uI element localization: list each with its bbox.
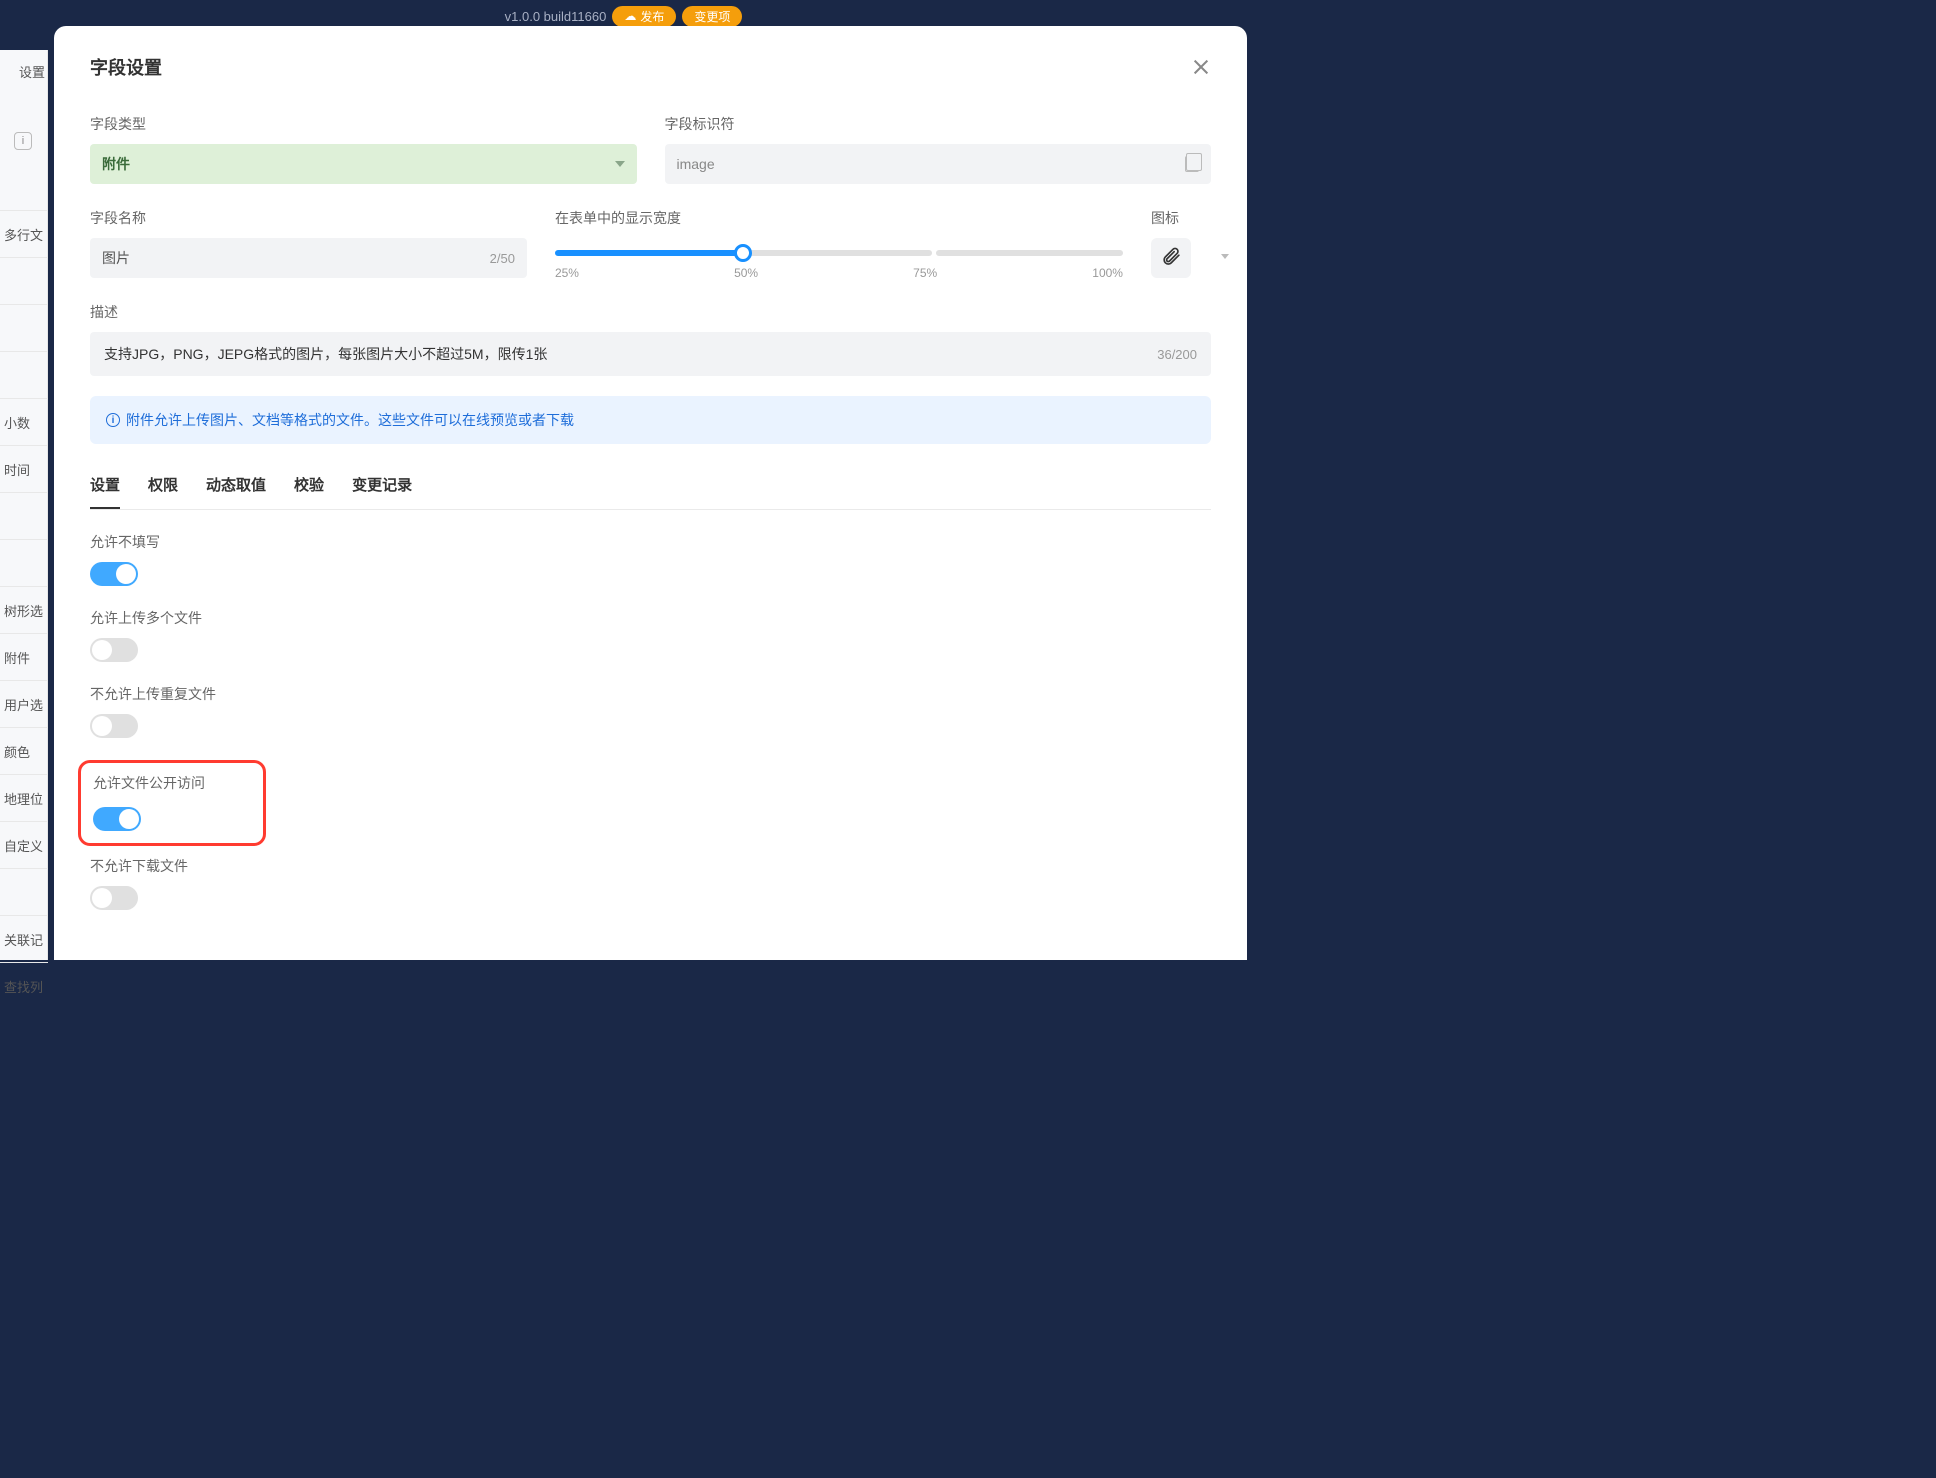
field-name-input[interactable]: 图片 2/50	[90, 238, 527, 278]
field-type-label: 字段类型	[90, 114, 637, 134]
field-id-input[interactable]: image	[665, 144, 1212, 184]
tab-history[interactable]: 变更记录	[352, 474, 412, 509]
tab-settings[interactable]: 设置	[90, 474, 120, 509]
slider-track-bg	[555, 250, 1123, 256]
no-download-label: 不允许下载文件	[90, 856, 1211, 876]
allow-empty-label: 允许不填写	[90, 532, 1211, 552]
paperclip-icon	[1161, 246, 1181, 271]
tick-25: 25%	[555, 266, 579, 280]
chevron-down-icon	[615, 161, 625, 167]
slider-thumb[interactable]	[734, 244, 752, 262]
setting-no-download: 不允许下载文件	[90, 856, 1211, 910]
description-input[interactable]: 支持JPG，PNG，JEPG格式的图片，每张图片大小不超过5M，限传1张 36/…	[90, 332, 1211, 376]
slider-seg-3	[936, 250, 1123, 256]
no-dup-label: 不允许上传重复文件	[90, 684, 1211, 704]
field-name-label: 字段名称	[90, 208, 527, 228]
tick-50: 50%	[734, 266, 758, 280]
form-row-1: 字段类型 附件 字段标识符 image	[90, 114, 1211, 184]
highlight-box: 允许文件公开访问	[78, 760, 266, 846]
description-label: 描述	[90, 302, 1211, 322]
field-name-value: 图片	[102, 248, 130, 268]
field-id-col: 字段标识符 image	[665, 114, 1212, 184]
field-type-col: 字段类型 附件	[90, 114, 637, 184]
allow-multi-label: 允许上传多个文件	[90, 608, 1211, 628]
modal-title: 字段设置	[90, 54, 162, 80]
tab-validation[interactable]: 校验	[294, 474, 324, 509]
chevron-down-icon	[1221, 254, 1229, 259]
modal-header: 字段设置	[90, 54, 1211, 80]
info-icon: i	[106, 413, 120, 427]
field-name-counter: 2/50	[490, 251, 515, 266]
copy-icon[interactable]	[1185, 156, 1199, 172]
info-banner-text: 附件允许上传图片、文档等格式的文件。这些文件可以在线预览或者下载	[126, 410, 574, 430]
field-id-value: image	[677, 156, 715, 172]
setting-no-dup: 不允许上传重复文件	[90, 684, 1211, 738]
description-value: 支持JPG，PNG，JEPG格式的图片，每张图片大小不超过5M，限传1张	[104, 344, 547, 364]
tabs: 设置 权限 动态取值 校验 变更记录	[90, 474, 1211, 510]
field-id-label: 字段标识符	[665, 114, 1212, 134]
description-counter: 36/200	[1157, 347, 1197, 362]
display-width-label: 在表单中的显示宽度	[555, 208, 1123, 228]
no-download-toggle[interactable]	[90, 886, 138, 910]
icon-col: 图标	[1151, 208, 1211, 278]
tick-100: 100%	[1092, 266, 1123, 280]
tick-75: 75%	[913, 266, 937, 280]
close-icon[interactable]	[1191, 57, 1211, 77]
bg-row: 查找列	[0, 962, 48, 1009]
slider-seg-2	[746, 250, 933, 256]
field-settings-modal: 字段设置 字段类型 附件 字段标识符 image 字段名称	[54, 26, 1247, 960]
tab-permissions[interactable]: 权限	[148, 474, 178, 509]
icon-label: 图标	[1151, 208, 1211, 228]
tab-dynamic[interactable]: 动态取值	[206, 474, 266, 509]
allow-public-label: 允许文件公开访问	[93, 773, 251, 793]
slider-labels: 25% 50% 75% 100%	[555, 266, 1123, 280]
field-type-select[interactable]: 附件	[90, 144, 637, 184]
display-width-col: 在表单中的显示宽度 25% 50% 75% 100%	[555, 208, 1123, 278]
width-slider[interactable]: 25% 50% 75% 100%	[555, 238, 1123, 278]
no-dup-toggle[interactable]	[90, 714, 138, 738]
slider-seg-1	[555, 250, 742, 256]
setting-allow-multi: 允许上传多个文件	[90, 608, 1211, 662]
allow-empty-toggle[interactable]	[90, 562, 138, 586]
field-type-value: 附件	[102, 154, 130, 174]
setting-allow-public: 允许文件公开访问	[93, 773, 251, 831]
info-banner: i 附件允许上传图片、文档等格式的文件。这些文件可以在线预览或者下载	[90, 396, 1211, 444]
modal-mask: 字段设置 字段类型 附件 字段标识符 image 字段名称	[0, 0, 1247, 960]
allow-multi-toggle[interactable]	[90, 638, 138, 662]
form-row-2: 字段名称 图片 2/50 在表单中的显示宽度 25%	[90, 208, 1211, 278]
field-name-col: 字段名称 图片 2/50	[90, 208, 527, 278]
allow-public-toggle[interactable]	[93, 807, 141, 831]
icon-picker[interactable]	[1151, 238, 1191, 278]
setting-allow-empty: 允许不填写	[90, 532, 1211, 586]
